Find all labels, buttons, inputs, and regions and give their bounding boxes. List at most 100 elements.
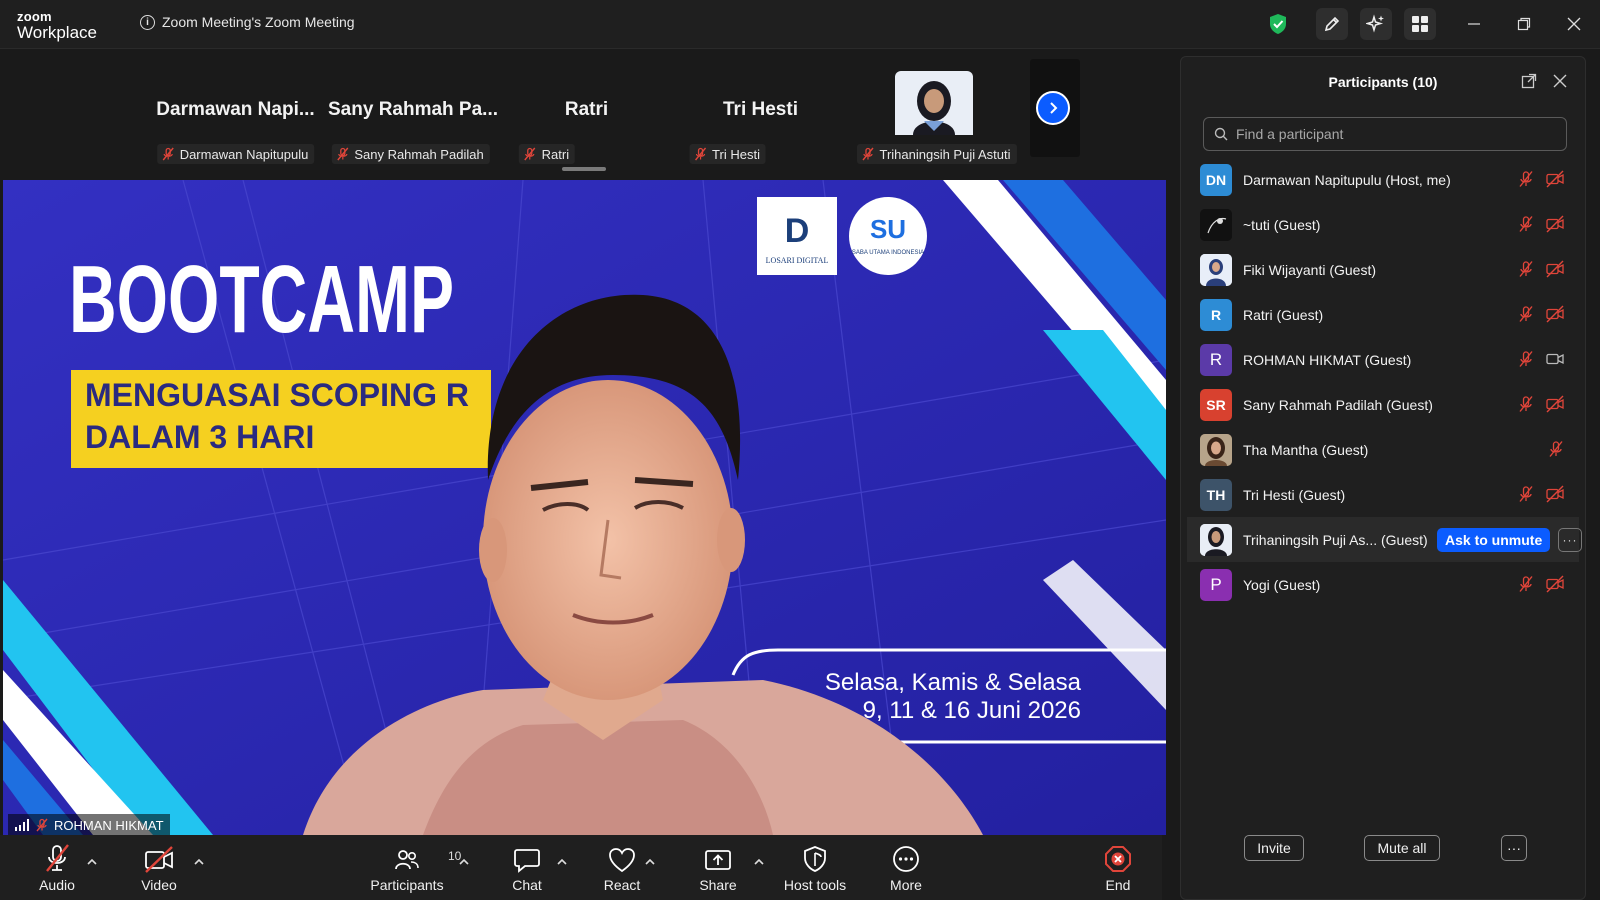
mic-muted-icon (35, 818, 49, 832)
participants-label: Participants (370, 877, 444, 893)
video-off-icon[interactable] (1545, 395, 1565, 418)
close-panel-icon[interactable] (1553, 74, 1567, 93)
video-off-icon[interactable] (1545, 485, 1565, 508)
react-button[interactable]: React (602, 835, 642, 900)
mic-muted-icon[interactable] (1517, 305, 1535, 328)
apps-grid-icon[interactable] (1404, 8, 1436, 40)
share-button[interactable]: Share (699, 835, 737, 900)
mute-all-button[interactable]: Mute all (1364, 835, 1440, 861)
react-options-chevron-icon[interactable] (644, 853, 656, 865)
mic-muted-icon[interactable] (1547, 440, 1565, 463)
gallery-tile[interactable]: Ratri Ratri (504, 59, 669, 164)
audio-button[interactable]: Audio (37, 835, 77, 900)
participants-button[interactable]: 10 Participants (367, 835, 461, 900)
participant-row[interactable]: P Yogi (Guest) (1187, 562, 1579, 607)
participants-icon (395, 850, 419, 870)
more-label: More (890, 877, 922, 893)
avatar (1200, 523, 1232, 556)
panel-more-button[interactable]: ··· (1501, 835, 1527, 861)
participant-name: Tri Hesti (Guest) (1243, 486, 1346, 503)
gallery-tile[interactable]: Darmawan Napi... Darmawan Napitupulu (153, 59, 318, 164)
tile-name-tag: Ratri (518, 144, 576, 164)
heart-icon (609, 848, 635, 873)
participant-row[interactable]: R ROHMAN HIKMAT (Guest) (1187, 337, 1579, 382)
participant-search-input[interactable] (1234, 125, 1558, 143)
participant-row[interactable]: Trihaningsih Puji As... (Guest) Ask to u… (1187, 517, 1582, 562)
chat-label: Chat (512, 877, 542, 893)
meeting-info[interactable]: i Zoom Meeting's Zoom Meeting (140, 14, 355, 30)
pop-out-icon[interactable] (1521, 73, 1537, 94)
participant-row[interactable]: SR Sany Rahmah Padilah (Guest) (1187, 382, 1579, 427)
tile-name: Darmawan Napi... (156, 99, 315, 120)
tile-name-tag: Darmawan Napitupulu (156, 144, 315, 164)
chat-button[interactable]: Chat (508, 835, 546, 900)
ai-sparkle-icon[interactable] (1360, 8, 1392, 40)
ask-to-unmute-button[interactable]: Ask to unmute (1437, 528, 1551, 552)
participant-row[interactable]: ~tuti (Guest) (1187, 202, 1579, 247)
mic-muted-icon[interactable] (1517, 395, 1535, 418)
video-off-icon[interactable] (1545, 575, 1565, 598)
speaker-name-label: ROHMAN HIKMAT (8, 814, 170, 836)
participant-name: ~tuti (Guest) (1243, 216, 1321, 233)
tile-name-tag: Trihaningsih Puji Astuti (856, 144, 1017, 164)
share-options-chevron-icon[interactable] (753, 853, 765, 865)
mic-muted-icon[interactable] (1517, 260, 1535, 283)
close-window-icon[interactable] (1559, 10, 1589, 38)
video-button[interactable]: Video (138, 835, 180, 900)
mic-muted-icon[interactable] (1517, 575, 1535, 598)
invite-button[interactable]: Invite (1244, 835, 1304, 861)
minimize-icon[interactable] (1459, 10, 1489, 38)
tile-tag-label: Ratri (541, 146, 570, 162)
encryption-shield-icon[interactable] (1268, 8, 1288, 40)
video-off-icon[interactable] (1545, 170, 1565, 193)
participant-row[interactable]: TH Tri Hesti (Guest) (1187, 472, 1579, 517)
participant-name: Tha Mantha (Guest) (1243, 441, 1369, 458)
tile-tag-label: Trihaningsih Puji Astuti (879, 146, 1011, 162)
main-video[interactable]: BOOTCAMP MENGUASAI SCOPING R DALAM 3 HAR… (3, 180, 1166, 835)
chat-options-chevron-icon[interactable] (556, 853, 568, 865)
video-off-icon[interactable] (1545, 305, 1565, 328)
restore-icon[interactable] (1509, 10, 1539, 38)
gallery-tile[interactable]: Sany Rahmah Pa... Sany Rahmah Padilah (328, 59, 498, 164)
participant-row[interactable]: R Ratri (Guest) (1187, 292, 1579, 337)
mic-muted-icon (161, 147, 175, 161)
mic-off-icon (46, 844, 69, 872)
next-page-button[interactable] (1036, 91, 1070, 125)
more-button[interactable]: More (886, 835, 926, 900)
video-off-icon[interactable] (1545, 215, 1565, 238)
logo-2-text: SABA UTAMA INDONESIA (852, 250, 924, 256)
mic-muted-icon[interactable] (1517, 485, 1535, 508)
participants-options-chevron-icon[interactable] (458, 853, 470, 865)
meeting-toolbar: Audio Video 10 Participants Chat React S… (0, 835, 1162, 900)
mic-muted-icon[interactable] (1517, 170, 1535, 193)
audio-options-chevron-icon[interactable] (86, 853, 98, 865)
mic-muted-icon[interactable] (1517, 350, 1535, 373)
video-off-icon[interactable] (1545, 260, 1565, 283)
video-label: Video (141, 877, 177, 893)
svg-text:D: D (785, 212, 810, 250)
tile-tag-label: Tri Hesti (712, 146, 760, 162)
video-options-chevron-icon[interactable] (193, 853, 205, 865)
gallery-tile[interactable]: Tri Hesti Tri Hesti (678, 59, 843, 164)
pencil-icon[interactable] (1316, 8, 1348, 40)
participant-row[interactable]: Tha Mantha (Guest) (1187, 427, 1579, 472)
mic-muted-icon[interactable] (1517, 215, 1535, 238)
participant-row[interactable]: DN Darmawan Napitupulu (Host, me) (1187, 157, 1579, 202)
chevron-right-icon (1050, 102, 1058, 114)
participant-row[interactable]: Fiki Wijayanti (Guest) (1187, 247, 1579, 292)
gallery-tile[interactable]: Trihaningsih Puji Astuti (854, 59, 1019, 164)
participant-search[interactable] (1203, 117, 1567, 151)
end-meeting-icon (1105, 846, 1131, 872)
share-label: Share (699, 877, 737, 893)
end-meeting-button[interactable]: End (1101, 835, 1135, 900)
info-icon[interactable]: i (140, 14, 155, 30)
zoom-workplace-logo: zoom Workplace (17, 10, 97, 41)
avatar: P (1200, 568, 1232, 601)
title-bar: zoom Workplace i Zoom Meeting's Zoom Mee… (0, 0, 1600, 49)
participant-more-button[interactable]: ··· (1558, 528, 1582, 552)
mic-muted-icon (523, 147, 537, 161)
host-tools-button[interactable]: Host tools (779, 835, 851, 900)
svg-text:SU: SU (870, 214, 906, 244)
banner-title: BOOTCAMP (69, 246, 454, 353)
video-on-icon[interactable] (1545, 350, 1565, 373)
